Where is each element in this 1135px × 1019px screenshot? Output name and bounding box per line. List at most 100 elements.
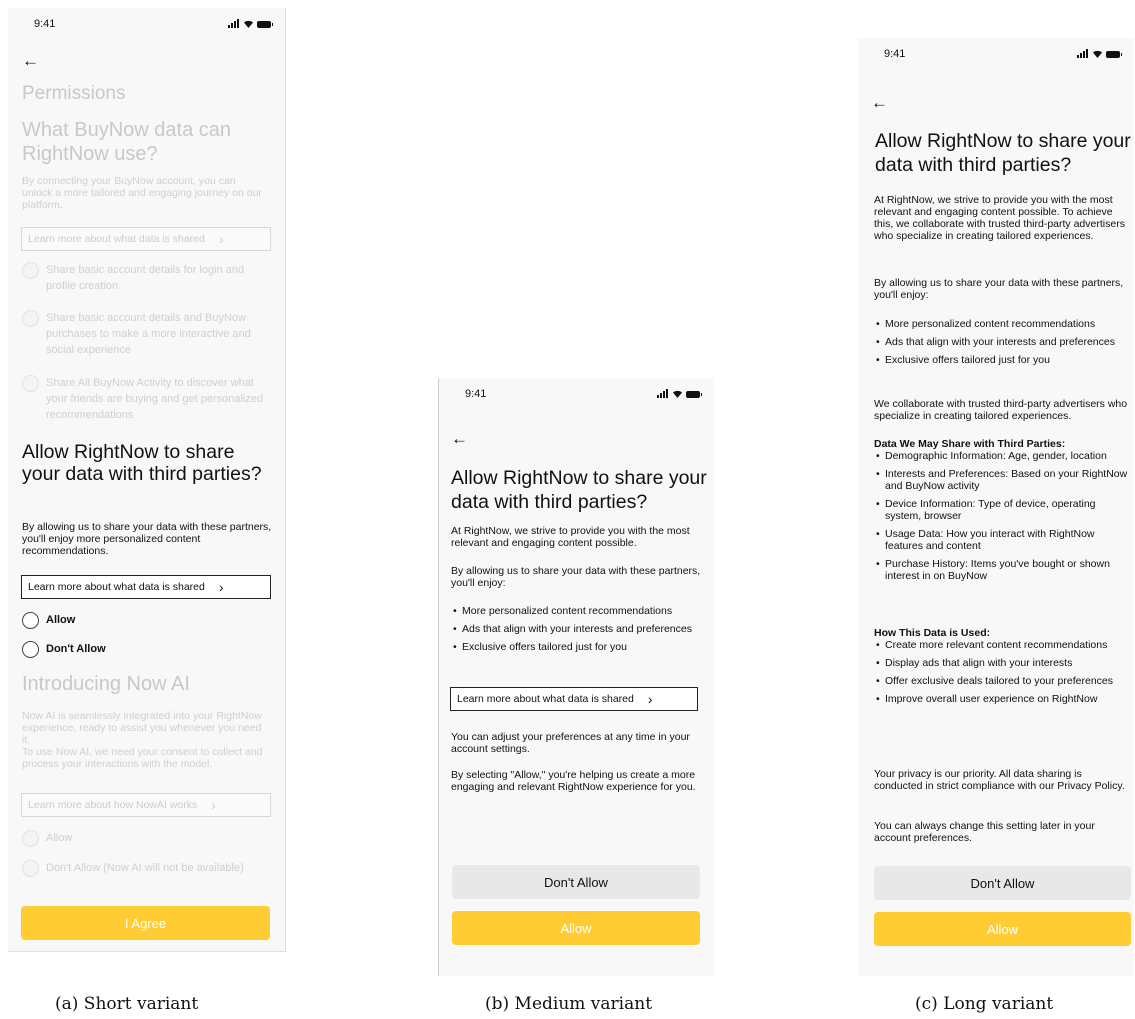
intro-text: At RightNow, we strive to provide you wi… [874, 194, 1125, 242]
option-label: Share basic account details and BuyNow p… [46, 312, 251, 356]
data-shared-list: Demographic Information: Age, gender, lo… [874, 450, 1132, 588]
list-item: Ads that align with your interests and p… [874, 336, 1132, 348]
now-ai-allow-option[interactable]: Allow [22, 830, 72, 847]
list-item: Usage Data: How you interact with RightN… [874, 528, 1132, 552]
share-title: Allow RightNow to share your data with t… [451, 467, 707, 513]
learn-more-label: Learn more about what data is shared [28, 581, 205, 593]
share-description: By allowing us to share your data with t… [22, 521, 272, 557]
privacy-text: Your privacy is our priority. All data s… [874, 768, 1125, 792]
list-item: Device Information: Type of device, oper… [874, 498, 1132, 522]
caption-medium-variant: (b) Medium variant [485, 994, 653, 1014]
list-item: Demographic Information: Age, gender, lo… [874, 450, 1132, 462]
radio-button[interactable] [22, 830, 39, 847]
intro-text: At RightNow, we strive to provide you wi… [451, 525, 690, 549]
list-item: Exclusive offers tailored just for you [451, 641, 711, 653]
now-ai-dont-allow-option[interactable]: Don't Allow (Now AI will not be availabl… [22, 860, 252, 877]
buynow-option-basic[interactable]: Share basic account details for login an… [22, 262, 272, 294]
list-item: Improve overall user experience on Right… [874, 693, 1132, 705]
list-item: Display ads that align with your interes… [874, 657, 1132, 669]
learn-more-button[interactable]: Learn more about what data is shared › [450, 687, 698, 711]
learn-more-label: Learn more about what data is shared [28, 233, 205, 245]
battery-icon [1106, 51, 1122, 58]
status-bar: 9:41 [439, 378, 714, 410]
change-setting-text: You can always change this setting later… [874, 820, 1095, 844]
short-variant-screen: 9:41 ← Permissions What BuyNow data can … [8, 8, 286, 952]
wifi-icon [243, 19, 253, 28]
chevron-right-icon: › [647, 691, 653, 707]
status-icons [1077, 49, 1122, 58]
radio-button[interactable] [22, 262, 39, 279]
share-dont-allow-option[interactable]: Don't Allow [22, 641, 106, 658]
i-agree-button[interactable]: I Agree [21, 906, 270, 940]
long-variant-screen: 9:41 ← Allow RightNow to share your data… [858, 38, 1134, 976]
battery-icon [686, 391, 702, 398]
dont-allow-button[interactable]: Don't Allow [874, 866, 1131, 900]
buynow-option-all[interactable]: Share All BuyNow Activity to discover wh… [22, 375, 272, 423]
now-ai-learn-more-button[interactable]: Learn more about how NowAI works › [21, 793, 271, 817]
data-use-heading: How This Data is Used: [874, 627, 991, 639]
buynow-learn-more-button[interactable]: Learn more about what data is shared › [21, 227, 271, 251]
adjust-text: You can adjust your preferences at any t… [451, 731, 690, 755]
status-time: 9:41 [34, 18, 56, 30]
buynow-description: By connecting your BuyNow account, you c… [22, 175, 262, 211]
status-bar: 9:41 [8, 8, 285, 40]
wifi-icon [1092, 49, 1102, 58]
back-arrow-icon[interactable]: ← [871, 94, 888, 111]
benefits-list: More personalized content recommendation… [451, 605, 711, 659]
share-title: Allow RightNow to share your data with t… [875, 130, 1131, 176]
data-shared-heading: Data We May Share with Third Parties: [874, 438, 1066, 450]
list-item: More personalized content recommendation… [874, 318, 1132, 330]
allow-button[interactable]: Allow [452, 911, 700, 945]
status-icons [657, 389, 702, 398]
back-arrow-icon[interactable]: ← [451, 430, 468, 447]
enjoy-text: By allowing us to share your data with t… [874, 277, 1124, 301]
benefits-list: More personalized content recommendation… [874, 318, 1132, 372]
selecting-text: By selecting "Allow," you're helping us … [451, 769, 696, 793]
option-label: Don't Allow [46, 643, 106, 655]
medium-variant-screen: 9:41 ← Allow RightNow to share your data… [438, 378, 714, 976]
share-allow-option[interactable]: Allow [22, 612, 75, 629]
radio-button[interactable] [22, 612, 39, 629]
share-learn-more-button[interactable]: Learn more about what data is shared › [21, 575, 271, 599]
status-time: 9:41 [465, 388, 487, 400]
status-bar: 9:41 [858, 38, 1134, 70]
status-icons [228, 19, 273, 28]
list-item: Exclusive offers tailored just for you [874, 354, 1132, 366]
option-label: Share All BuyNow Activity to discover wh… [46, 377, 264, 421]
signal-icon [228, 19, 239, 28]
list-item: Purchase History: Items you've bought or… [874, 558, 1132, 582]
now-ai-description: Now AI is seamlessly integrated into you… [22, 710, 263, 770]
chevron-right-icon: › [211, 797, 216, 813]
status-time: 9:41 [884, 48, 906, 60]
enjoy-text: By allowing us to share your data with t… [451, 565, 701, 589]
caption-long-variant: (c) Long variant [915, 994, 1054, 1014]
learn-more-label: Learn more about what data is shared [457, 693, 634, 705]
option-label: Allow [46, 614, 76, 626]
now-ai-title: Introducing Now AI [22, 673, 190, 695]
list-item: Interests and Preferences: Based on your… [874, 468, 1132, 492]
list-item: Create more relevant content recommendat… [874, 639, 1132, 651]
list-item: Ads that align with your interests and p… [451, 623, 711, 635]
option-label: Share basic account details for login an… [46, 264, 245, 292]
list-item: More personalized content recommendation… [451, 605, 711, 617]
signal-icon [1077, 49, 1088, 58]
radio-button[interactable] [22, 310, 39, 327]
wifi-icon [672, 389, 682, 398]
learn-more-label: Learn more about how NowAI works [28, 799, 198, 811]
battery-icon [257, 21, 273, 28]
buynow-title: What BuyNow data can RightNow use? [22, 119, 231, 165]
permissions-title: Permissions [22, 83, 126, 104]
collab-text: We collaborate with trusted third-party … [874, 398, 1128, 422]
radio-button[interactable] [22, 860, 39, 877]
caption-short-variant: (a) Short variant [55, 994, 199, 1014]
back-arrow-icon[interactable]: ← [22, 52, 39, 69]
data-use-list: Create more relevant content recommendat… [874, 639, 1132, 711]
option-label: Allow [46, 832, 73, 844]
chevron-right-icon: › [218, 579, 224, 595]
option-label: Don't Allow (Now AI will not be availabl… [46, 862, 244, 874]
buynow-option-purchases[interactable]: Share basic account details and BuyNow p… [22, 310, 272, 358]
radio-button[interactable] [22, 375, 39, 392]
radio-button[interactable] [22, 641, 39, 658]
allow-button[interactable]: Allow [874, 912, 1131, 946]
dont-allow-button[interactable]: Don't Allow [452, 865, 700, 899]
